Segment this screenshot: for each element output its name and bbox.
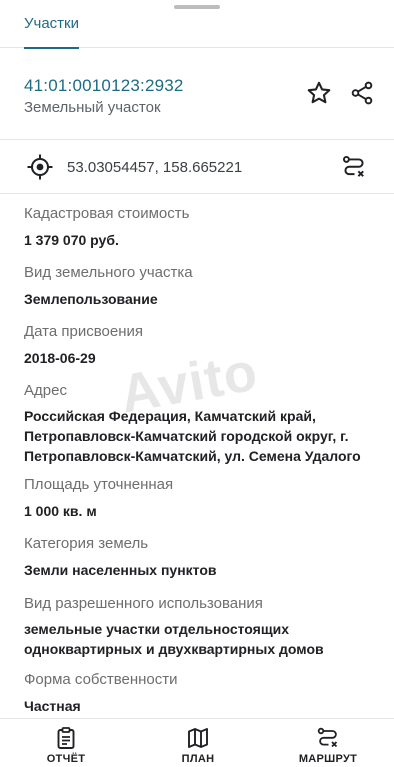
property-label: Вид земельного участка — [24, 264, 193, 281]
property-ownership-form: Форма собственности Частная — [24, 670, 364, 716]
coordinates-row: 53.03054457, 158.665221 — [0, 140, 394, 194]
property-value: Земли населенных пунктов — [24, 562, 217, 578]
route-icon — [317, 727, 338, 748]
route-nav-button[interactable]: МАРШРУТ — [296, 719, 360, 767]
property-label: Категория земель — [24, 535, 149, 552]
route-icon — [342, 155, 364, 177]
map-icon — [188, 728, 208, 748]
star-icon — [307, 81, 331, 104]
cadastral-number[interactable]: 41:01:0010123:2932 — [24, 76, 184, 96]
report-clipboard-icon — [57, 727, 75, 749]
bottom-navigation: ОТЧЁТ ПЛАН МАРШРУТ — [0, 718, 394, 767]
property-parcel-kind: Вид земельного участка Землепользование — [24, 263, 364, 309]
share-button[interactable] — [345, 76, 379, 110]
favorite-button[interactable] — [302, 76, 336, 110]
property-address: Адрес Российская Федерация, Камчатский к… — [24, 381, 369, 466]
property-permitted-use: Вид разрешенного использования земельные… — [24, 594, 324, 659]
report-label: ОТЧЁТ — [46, 753, 86, 765]
plan-label: ПЛАН — [181, 753, 215, 765]
property-value: Землепользование — [24, 291, 158, 307]
property-value: 2018-06-29 — [24, 350, 96, 366]
property-label: Дата присвоения — [24, 323, 143, 340]
property-value: Российская Федерация, Камчатский край, П… — [24, 408, 361, 464]
property-cadastral-value: Кадастровая стоимость 1 379 070 руб. — [24, 204, 364, 250]
plan-button[interactable]: ПЛАН — [172, 719, 224, 767]
property-label: Форма собственности — [24, 671, 178, 688]
property-label: Адрес — [24, 382, 67, 399]
share-icon — [351, 81, 373, 105]
property-label: Площадь уточненная — [24, 476, 174, 493]
coordinates-text[interactable]: 53.03054457, 158.665221 — [67, 159, 242, 176]
property-label: Вид разрешенного использования — [24, 595, 263, 612]
route-label: МАРШРУТ — [298, 753, 358, 765]
property-label: Кадастровая стоимость — [24, 205, 190, 222]
tab-bar: Участки — [0, 0, 394, 49]
tab-parcels-label: Участки — [24, 15, 79, 32]
report-button[interactable]: ОТЧЁТ — [40, 719, 92, 767]
property-area: Площадь уточненная 1 000 кв. м — [24, 475, 364, 521]
property-value: 1 000 кв. м — [24, 503, 97, 519]
property-land-category: Категория земель Земли населенных пункто… — [24, 534, 364, 580]
property-assignment-date: Дата присвоения 2018-06-29 — [24, 322, 364, 368]
property-value: земельные участки отдельностоящих однокв… — [24, 621, 324, 657]
object-type: Земельный участок — [24, 99, 161, 116]
parcel-header: 41:01:0010123:2932 Земельный участок — [0, 48, 394, 140]
tab-parcels[interactable]: Участки — [12, 0, 91, 49]
location-target-icon[interactable] — [26, 153, 54, 181]
property-value: 1 379 070 руб. — [24, 232, 119, 248]
route-button[interactable] — [338, 151, 370, 183]
property-value: Частная — [24, 698, 81, 714]
